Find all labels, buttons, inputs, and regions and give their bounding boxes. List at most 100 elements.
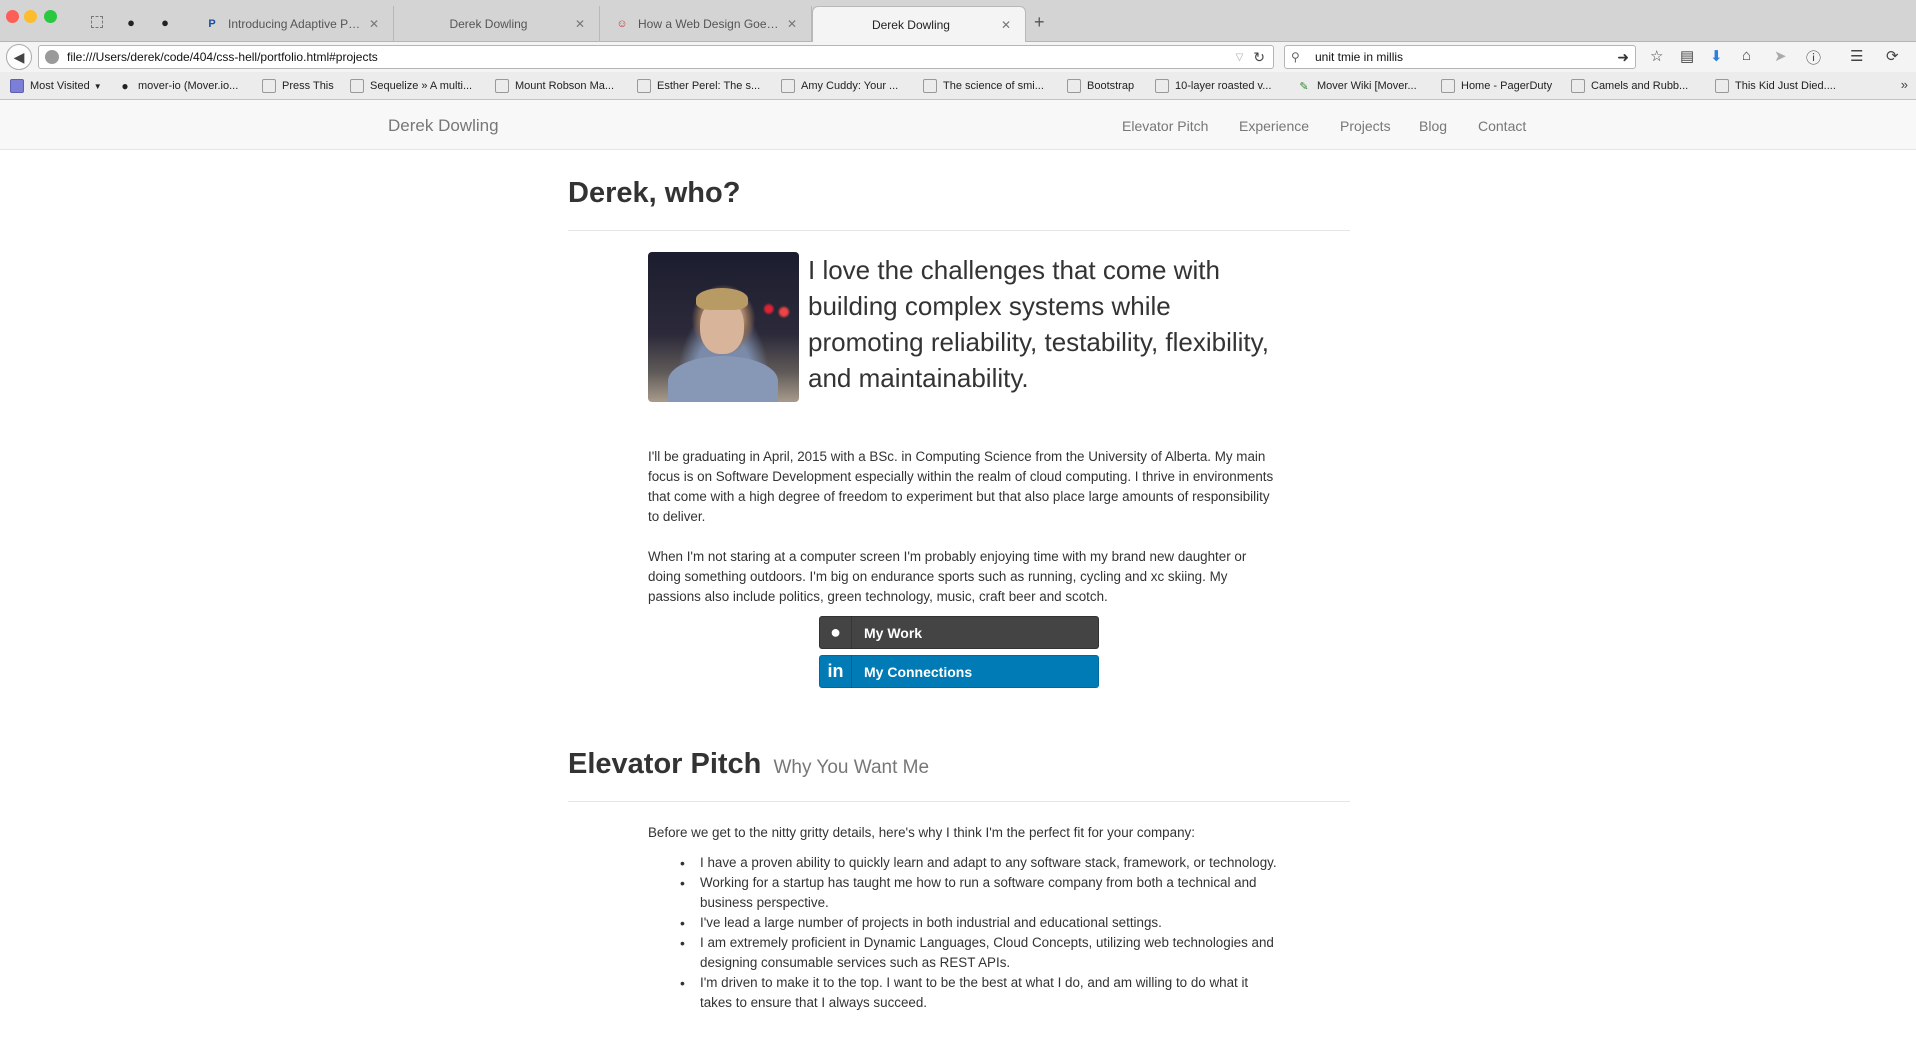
- tab-title: Derek Dowling: [449, 17, 528, 31]
- wiki-icon: ✎: [1299, 80, 1309, 93]
- about-paragraph-hobbies: When I'm not staring at a computer scree…: [648, 549, 1247, 604]
- divider: [568, 801, 1350, 802]
- site-identity-icon[interactable]: [45, 50, 59, 64]
- intro-quote: I love the challenges that come with bui…: [808, 255, 1269, 393]
- bookmark-item[interactable]: This Kid Just Died....: [1715, 77, 1836, 95]
- site-navbar: Derek Dowling Elevator Pitch Experience …: [0, 100, 1916, 150]
- github-icon: ●: [121, 79, 129, 93]
- tab-derek-dowling[interactable]: Derek Dowling ✕: [394, 6, 600, 42]
- list-item: I've lead a large number of projects in …: [680, 913, 1278, 933]
- search-icon: ⚲: [1291, 50, 1300, 64]
- elevator-pitch-subtitle: Why You Want Me: [773, 757, 930, 778]
- search-input[interactable]: unit tmie in millis: [1315, 50, 1617, 64]
- github-work-button[interactable]: ● My Work: [819, 616, 1099, 649]
- new-tab-button[interactable]: +: [1034, 12, 1045, 33]
- tab-derek-dowling-active[interactable]: Derek Dowling ✕: [812, 6, 1026, 42]
- bookmark-label: Bootstrap: [1087, 80, 1135, 92]
- url-bar[interactable]: file:///Users/derek/code/404/css-hell/po…: [38, 45, 1274, 69]
- bookmark-item[interactable]: Bootstrap: [1067, 77, 1134, 95]
- info-icon[interactable]: ⓘ: [1806, 47, 1821, 68]
- bookmark-item[interactable]: Camels and Rubb...: [1571, 77, 1688, 95]
- bookmark-item[interactable]: The science of smi...: [923, 77, 1044, 95]
- bookmark-label: Mover Wiki [Mover...: [1317, 80, 1417, 92]
- nav-projects[interactable]: Projects: [1340, 118, 1391, 134]
- page-icon: [781, 79, 795, 93]
- pinned-tab-github-icon[interactable]: ●: [156, 13, 174, 31]
- menu-icon[interactable]: ☰: [1850, 47, 1863, 65]
- window-minimize-button[interactable]: [24, 10, 37, 23]
- tab-web-design[interactable]: ☺ How a Web Design Goes St... ✕: [600, 6, 812, 42]
- bookmark-item[interactable]: 10-layer roasted v...: [1155, 77, 1271, 95]
- downloads-icon[interactable]: ⬇: [1710, 47, 1723, 65]
- sync-icon[interactable]: ⟳: [1886, 47, 1899, 65]
- about-paragraph-education: I'll be graduating in April, 2015 with a…: [648, 449, 1274, 524]
- bookmark-label: Camels and Rubb...: [1591, 80, 1689, 92]
- bookmark-item[interactable]: Mount Robson Ma...: [495, 77, 614, 95]
- bookmark-item[interactable]: Esther Perel: The s...: [637, 77, 760, 95]
- back-button[interactable]: ◀: [6, 44, 32, 70]
- bookmark-item[interactable]: Sequelize » A multi...: [350, 77, 472, 95]
- search-go-icon[interactable]: ➜: [1617, 49, 1629, 66]
- profile-photo: [648, 252, 799, 402]
- list-item: Working for a startup has taught me how …: [680, 873, 1278, 913]
- elevator-intro: Before we get to the nitty gritty detail…: [648, 825, 1195, 840]
- tab-title: Derek Dowling: [871, 17, 950, 32]
- browser-tab-bar: ● ● P Introducing Adaptive Paym... ✕ Der…: [0, 0, 1916, 42]
- page-icon: [262, 79, 276, 93]
- url-dropdown-icon[interactable]: ▽: [1236, 52, 1244, 63]
- pinned-tab-github-icon[interactable]: ●: [122, 13, 140, 31]
- bookmark-item[interactable]: Home - PagerDuty: [1441, 77, 1552, 95]
- close-tab-icon[interactable]: ✕: [575, 17, 585, 31]
- reload-icon[interactable]: ↻: [1253, 49, 1265, 66]
- bookmark-label: The science of smi...: [943, 80, 1044, 92]
- bookmark-star-icon[interactable]: ☆: [1650, 47, 1663, 65]
- bookmark-label: Most Visited: [30, 80, 90, 92]
- folder-icon: [10, 79, 24, 93]
- linkedin-icon: in: [820, 655, 852, 688]
- close-tab-icon[interactable]: ✕: [1001, 18, 1011, 32]
- page-icon: [1715, 79, 1729, 93]
- divider: [568, 230, 1350, 231]
- bookmark-most-visited[interactable]: Most Visited ▼: [10, 77, 102, 95]
- bookmark-item[interactable]: ✎ Mover Wiki [Mover...: [1297, 77, 1417, 95]
- linkedin-button-label: My Connections: [864, 663, 973, 680]
- home-icon[interactable]: ⌂: [1742, 47, 1751, 64]
- nav-blog[interactable]: Blog: [1419, 118, 1447, 134]
- reading-list-icon[interactable]: ▤: [1680, 47, 1694, 65]
- about-heading: Derek, who?: [568, 177, 741, 209]
- close-tab-icon[interactable]: ✕: [369, 17, 379, 31]
- browser-nav-bar: ◀ file:///Users/derek/code/404/css-hell/…: [0, 42, 1916, 72]
- photo-shirt: [668, 356, 778, 402]
- github-button-label: My Work: [864, 624, 923, 641]
- search-bar[interactable]: ⚲ unit tmie in millis ➜: [1284, 45, 1636, 69]
- url-text: file:///Users/derek/code/404/css-hell/po…: [67, 50, 378, 64]
- nav-experience[interactable]: Experience: [1239, 118, 1309, 134]
- more-bookmarks-icon[interactable]: »: [1901, 77, 1908, 92]
- nav-elevator-pitch[interactable]: Elevator Pitch: [1122, 118, 1208, 134]
- bookmark-item[interactable]: ● mover-io (Mover.io...: [118, 77, 238, 95]
- bookmark-item[interactable]: Amy Cuddy: Your ...: [781, 77, 898, 95]
- close-tab-icon[interactable]: ✕: [787, 17, 797, 31]
- window-close-button[interactable]: [6, 10, 19, 23]
- bookmark-item[interactable]: Press This: [262, 77, 334, 95]
- bookmark-label: This Kid Just Died....: [1735, 80, 1836, 92]
- github-icon: ●: [820, 616, 852, 649]
- page-icon: [1155, 79, 1169, 93]
- page-icon: [637, 79, 651, 93]
- elevator-points-list: I have a proven ability to quickly learn…: [680, 853, 1278, 1013]
- chevron-down-icon: ▼: [93, 81, 102, 91]
- bookmarks-toolbar: Most Visited ▼ ● mover-io (Mover.io... Pre…: [0, 72, 1916, 100]
- pinned-tab-blank[interactable]: [88, 13, 106, 31]
- send-icon[interactable]: ➤: [1774, 47, 1787, 65]
- window-maximize-button[interactable]: [44, 10, 57, 23]
- nav-contact[interactable]: Contact: [1478, 118, 1526, 134]
- tab-adaptive-payments[interactable]: P Introducing Adaptive Paym... ✕: [190, 6, 394, 42]
- elevator-pitch-title: Elevator Pitch: [568, 748, 762, 780]
- elevator-pitch-heading: Elevator Pitch Why You Want Me: [568, 748, 929, 781]
- linkedin-connections-button[interactable]: in My Connections: [819, 655, 1099, 688]
- page-icon: [1067, 79, 1081, 93]
- paypal-icon: P: [208, 18, 216, 30]
- tab-title: Introducing Adaptive Paym...: [228, 17, 363, 31]
- page-icon: [1441, 79, 1455, 93]
- site-brand-link[interactable]: Derek Dowling: [388, 116, 499, 136]
